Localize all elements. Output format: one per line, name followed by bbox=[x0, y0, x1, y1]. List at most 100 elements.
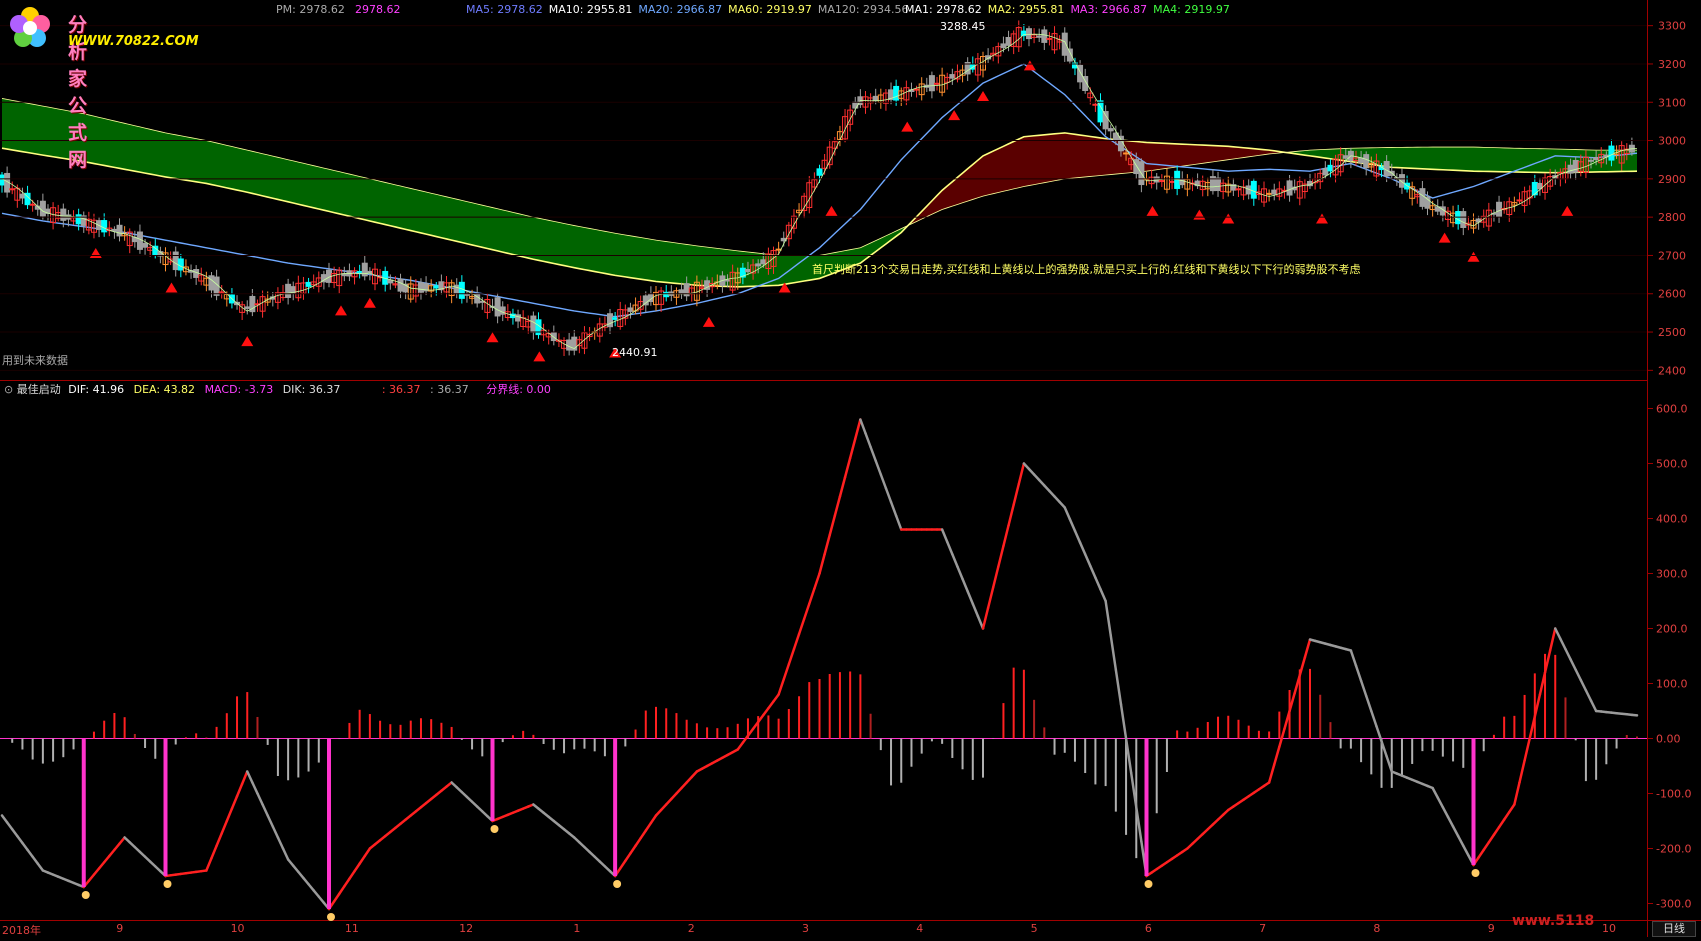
signal-triangle bbox=[1561, 205, 1574, 216]
dif-line-segment bbox=[1298, 656, 1307, 677]
candle-body bbox=[1588, 159, 1595, 162]
daily-period-button[interactable]: 日线 bbox=[1652, 921, 1696, 937]
dif-line-segment bbox=[956, 565, 964, 581]
ma-legend-item: MA60: 2919.97 bbox=[728, 3, 812, 16]
candle-body bbox=[816, 168, 823, 176]
candle-body bbox=[305, 281, 312, 287]
candle-body bbox=[1572, 159, 1579, 173]
date-tick-label: 9 bbox=[1487, 922, 1495, 935]
stock-chart-svg[interactable]: 3300320031003000290028002700260025002400… bbox=[0, 0, 1701, 937]
dif-line-segment bbox=[808, 587, 816, 605]
dif-line-segment bbox=[1579, 678, 1588, 692]
future-data-note: 用到未来数据 bbox=[2, 354, 68, 367]
candle-body bbox=[1179, 178, 1186, 186]
candle-body bbox=[397, 278, 404, 292]
dif-line-segment bbox=[838, 476, 847, 498]
candle-body bbox=[755, 263, 762, 267]
dif-line-segment bbox=[16, 834, 24, 845]
dif-line-segment bbox=[1359, 679, 1368, 698]
candle-body bbox=[1117, 135, 1124, 152]
dif-line-segment bbox=[271, 825, 280, 839]
dif-line-segment bbox=[823, 533, 831, 556]
pm-value: 2978.62 bbox=[355, 3, 401, 16]
dif-line-segment bbox=[818, 553, 826, 575]
candle-body bbox=[530, 315, 537, 333]
candle-body bbox=[494, 297, 501, 317]
dif-line-segment bbox=[1104, 599, 1112, 637]
dif-line-segment bbox=[1303, 638, 1312, 659]
dif-line-segment bbox=[1431, 786, 1439, 799]
signal-triangle bbox=[1146, 205, 1159, 216]
dif-line-segment bbox=[833, 495, 842, 517]
date-tick-label: 8 bbox=[1373, 922, 1381, 935]
dif-line-segment bbox=[1364, 694, 1373, 713]
dif-line-segment bbox=[1548, 627, 1557, 652]
candle-body bbox=[949, 74, 956, 79]
dif-line-segment bbox=[1523, 737, 1531, 762]
dik-value: DIK: 36.37 bbox=[282, 383, 341, 396]
candle-body bbox=[244, 306, 251, 309]
dif-line-segment bbox=[991, 565, 1000, 589]
candle-body bbox=[1133, 159, 1140, 175]
date-tick-label: 10 bbox=[1602, 922, 1616, 935]
dif-line-segment bbox=[1462, 844, 1470, 857]
candle-body bbox=[1363, 154, 1370, 169]
candle-body bbox=[1496, 201, 1503, 218]
dif-line-segment bbox=[1513, 781, 1521, 806]
pm-label: PM: 2978.62 bbox=[276, 3, 345, 16]
signal-triangle bbox=[702, 316, 715, 327]
ind-tick-label: 100.0 bbox=[1656, 678, 1688, 691]
dif-line-segment bbox=[1559, 637, 1567, 651]
dif-line-segment bbox=[1492, 825, 1501, 836]
dif-value: DIF: 41.96 bbox=[68, 383, 125, 396]
dif-line-segment bbox=[1114, 668, 1123, 706]
date-tick-label: 1 bbox=[573, 922, 581, 935]
candle-body bbox=[1271, 189, 1278, 195]
date-tick-label: 3 bbox=[802, 922, 809, 935]
dif-line-segment bbox=[966, 590, 975, 605]
dif-line-segment bbox=[1630, 713, 1639, 717]
dif-line-segment bbox=[1482, 841, 1491, 852]
dea-value: DEA: 43.82 bbox=[133, 383, 196, 396]
candle-body bbox=[744, 269, 751, 273]
collapse-icon[interactable]: ⊙ bbox=[4, 383, 13, 396]
dif-line-segment bbox=[1497, 818, 1506, 829]
dif-line-segment bbox=[741, 734, 750, 744]
dif-line-segment bbox=[261, 803, 269, 817]
dif-line-segment bbox=[36, 862, 45, 872]
candle-body bbox=[663, 291, 670, 298]
dif-line-segment bbox=[762, 707, 770, 717]
candle-body bbox=[607, 313, 614, 328]
candle-body bbox=[417, 282, 424, 293]
dif-line-segment bbox=[736, 741, 745, 751]
candle-body bbox=[1123, 152, 1130, 155]
dif-line-segment bbox=[1354, 664, 1363, 682]
candle-body bbox=[1516, 199, 1523, 202]
ma-legend-item: MA120: 2934.56 bbox=[817, 3, 909, 16]
price-tick-label: 2800 bbox=[1658, 211, 1686, 224]
dif-line-segment bbox=[276, 836, 285, 850]
candle-body bbox=[1383, 161, 1390, 177]
candle-body bbox=[1608, 145, 1615, 161]
candle-body bbox=[116, 224, 123, 237]
dif-line-segment bbox=[5, 821, 14, 831]
candle-body bbox=[612, 317, 619, 320]
dif-line-segment bbox=[997, 544, 1005, 568]
candle-body bbox=[285, 283, 292, 298]
ind-tick-label: -100.0 bbox=[1656, 788, 1691, 801]
strategy-annotation: 首尺判断213个交易日走势,买红线和上黄线以上的强势股,就是只买上行的,红线和下… bbox=[812, 263, 1361, 276]
dif-line-segment bbox=[0, 814, 9, 824]
dif-line-segment bbox=[358, 854, 367, 865]
candle-body bbox=[1061, 32, 1068, 56]
price-tick-label: 2500 bbox=[1658, 326, 1686, 339]
dif-line-segment bbox=[1089, 564, 1097, 579]
dif-line-segment bbox=[981, 606, 990, 630]
price-tick-label: 2700 bbox=[1658, 249, 1686, 262]
price-tick-label: 2900 bbox=[1658, 173, 1686, 186]
candle-body bbox=[1158, 180, 1165, 183]
price-tick-label: 2600 bbox=[1658, 288, 1686, 301]
dif-line-segment bbox=[1451, 825, 1460, 838]
candle-body bbox=[193, 269, 200, 278]
dif-line-segment bbox=[1012, 482, 1021, 506]
dif-line-segment bbox=[246, 770, 254, 784]
